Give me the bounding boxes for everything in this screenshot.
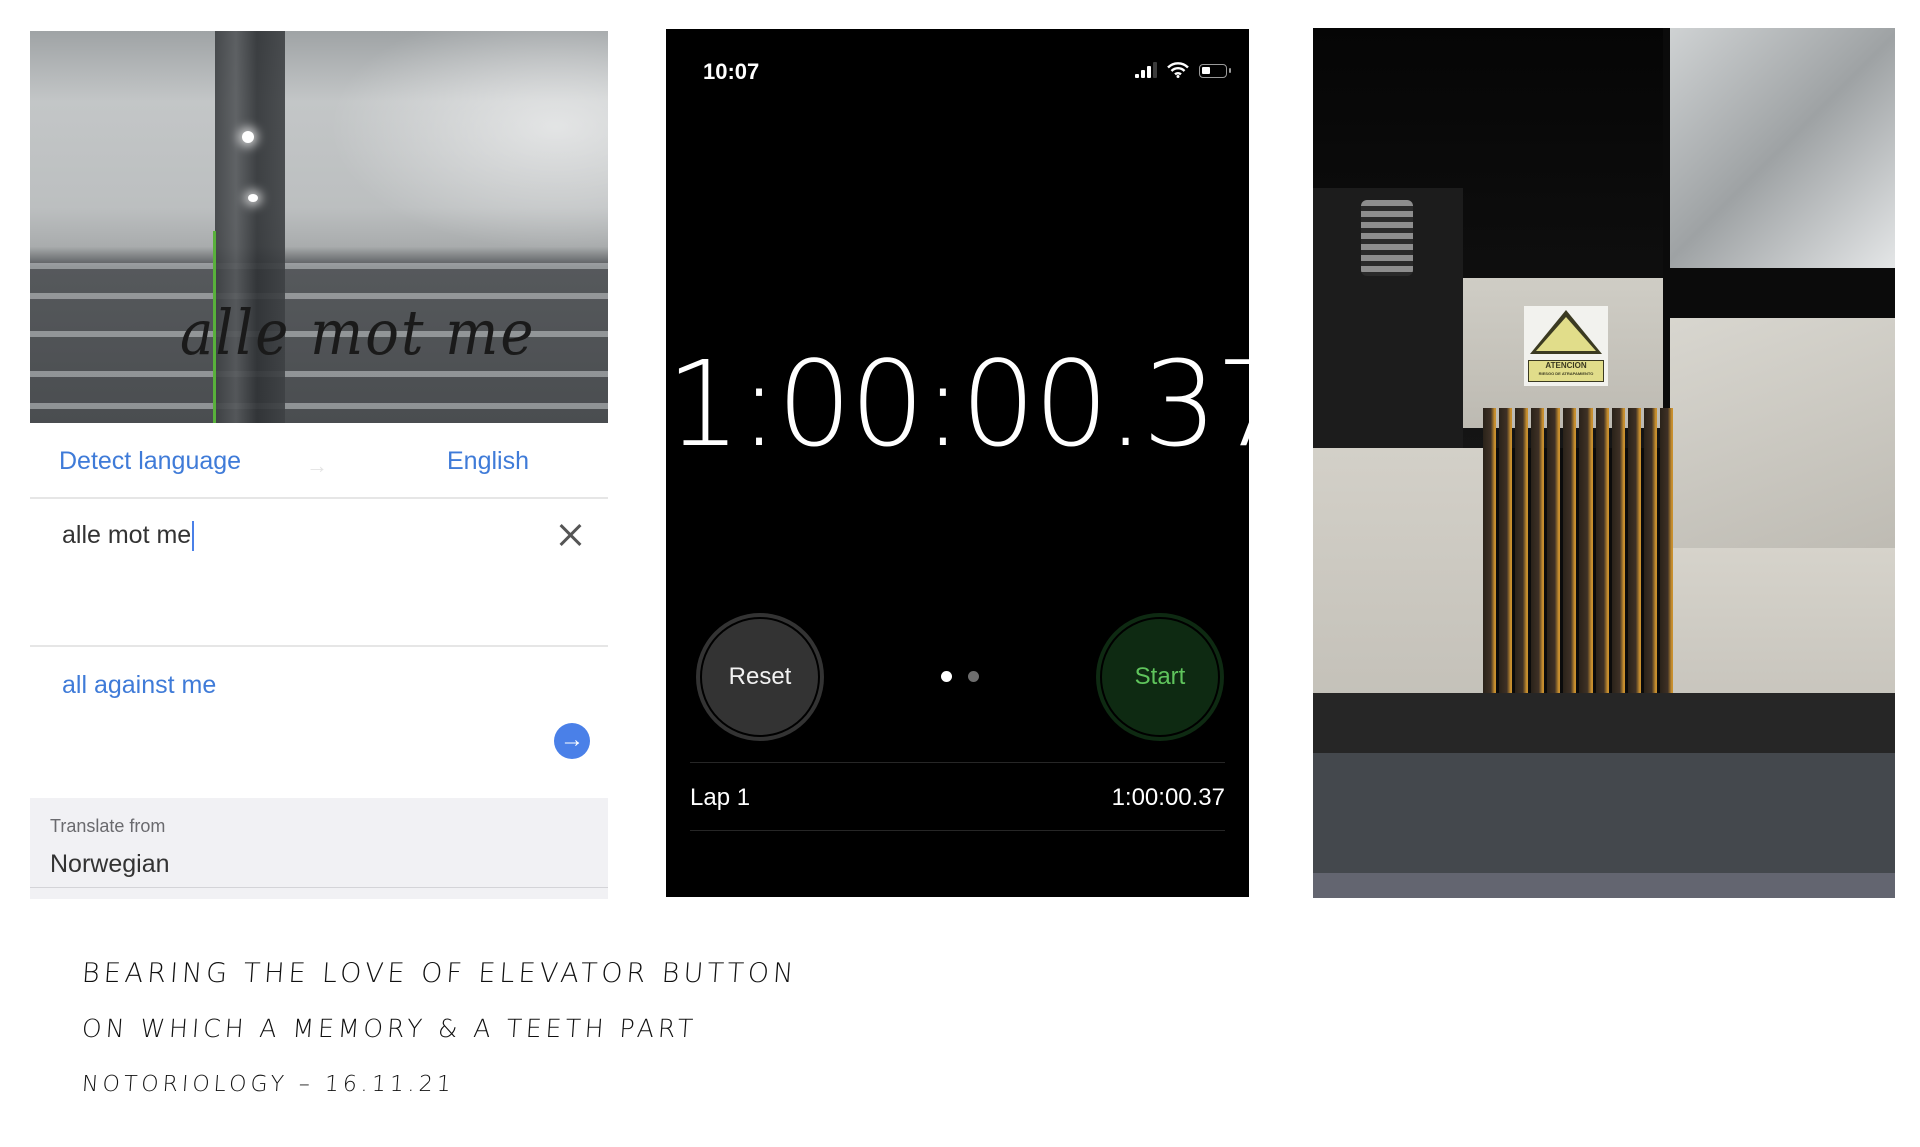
photo-slat: [30, 263, 608, 269]
translate-from-selector[interactable]: Translate from Norwegian: [30, 798, 608, 899]
reset-label: Reset: [728, 663, 792, 690]
source-text-input[interactable]: alle mot me: [30, 499, 608, 647]
status-icons: [1135, 62, 1231, 78]
left-plate: [1313, 448, 1483, 698]
grey-plate: [1670, 318, 1895, 578]
status-time: 10:07: [703, 59, 760, 84]
sign-subtitle: RIESGO DE ATRAPAMIENTO: [1538, 371, 1594, 376]
translated-text[interactable]: all against me: [62, 671, 216, 700]
arrow-right-circle-icon[interactable]: →: [554, 723, 590, 759]
signal-bar: [1147, 66, 1151, 78]
vent-grille: [1361, 200, 1413, 276]
wifi-icon: [1167, 62, 1189, 78]
photo-slat: [30, 371, 608, 377]
ceiling-light: [248, 194, 258, 202]
signal-bar: [1141, 70, 1145, 78]
page-dot[interactable]: [968, 671, 979, 682]
ceiling-light: [242, 131, 254, 143]
elapsed-time: 1:00:00.37: [666, 335, 1291, 473]
divider: [30, 887, 608, 888]
warning-label: ATENCION RIESGO DE ATRAPAMIENTO: [1528, 360, 1604, 382]
floor-edge: [1313, 873, 1895, 898]
threshold-rail: [1313, 693, 1895, 753]
signal-bar: [1135, 74, 1139, 78]
cellular-signal-icon: [1135, 62, 1157, 78]
photo-glare: [290, 31, 608, 271]
handwritten-text: alle mot me: [180, 297, 536, 370]
warning-sign: ATENCION RIESGO DE ATRAPAMIENTO: [1524, 306, 1608, 386]
page-indicator[interactable]: [941, 671, 979, 682]
divider: [690, 830, 1225, 831]
sign-title: ATENCION: [1545, 361, 1587, 370]
right-plate: [1673, 548, 1895, 698]
translate-app-screen: alle mot me Detect language → English al…: [30, 31, 608, 899]
lap-label: Lap 1: [690, 784, 751, 811]
arrow-right-icon[interactable]: →: [306, 453, 328, 479]
metal-bracket: [1670, 28, 1895, 268]
comb-teeth: [1483, 408, 1673, 698]
battery-level: [1202, 67, 1210, 74]
signal-bar: [1153, 62, 1157, 78]
translation-result: all against me →: [30, 647, 608, 797]
source-language-button[interactable]: Detect language: [59, 447, 241, 476]
stopwatch-screen: 10:07 1:00:00.37 Reset Start Lap 1 1:00:…: [666, 29, 1291, 897]
page-dot[interactable]: [941, 671, 952, 682]
caption-line-2: on which a memory & a teeth part: [80, 1014, 698, 1043]
close-icon[interactable]: [557, 521, 585, 549]
language-bar: Detect language → English: [30, 423, 608, 499]
floor-sill: [1313, 753, 1895, 873]
translate-from-value[interactable]: Norwegian: [50, 850, 170, 879]
input-text[interactable]: alle mot me: [62, 521, 195, 552]
warning-triangle-fill: [1536, 317, 1596, 351]
translate-from-label: Translate from: [50, 816, 166, 836]
text-caret: [192, 521, 195, 552]
divider: [690, 762, 1225, 763]
caption-line-1: Bearing the love of elevator button: [80, 958, 799, 989]
lap-time: 1:00:00.37: [1111, 784, 1225, 811]
start-label: Start: [1134, 663, 1186, 690]
machinery-photo: ATENCION RIESGO DE ATRAPAMIENTO: [1313, 28, 1895, 898]
target-language-button[interactable]: English: [447, 447, 529, 476]
start-button[interactable]: Start: [1096, 613, 1224, 741]
caption-line-3: Notoriology – 16.11.21: [81, 1072, 456, 1097]
battery-icon: [1199, 64, 1231, 78]
photo-slat: [30, 403, 608, 409]
reset-button[interactable]: Reset: [696, 613, 824, 741]
camera-photo: alle mot me: [30, 31, 608, 423]
